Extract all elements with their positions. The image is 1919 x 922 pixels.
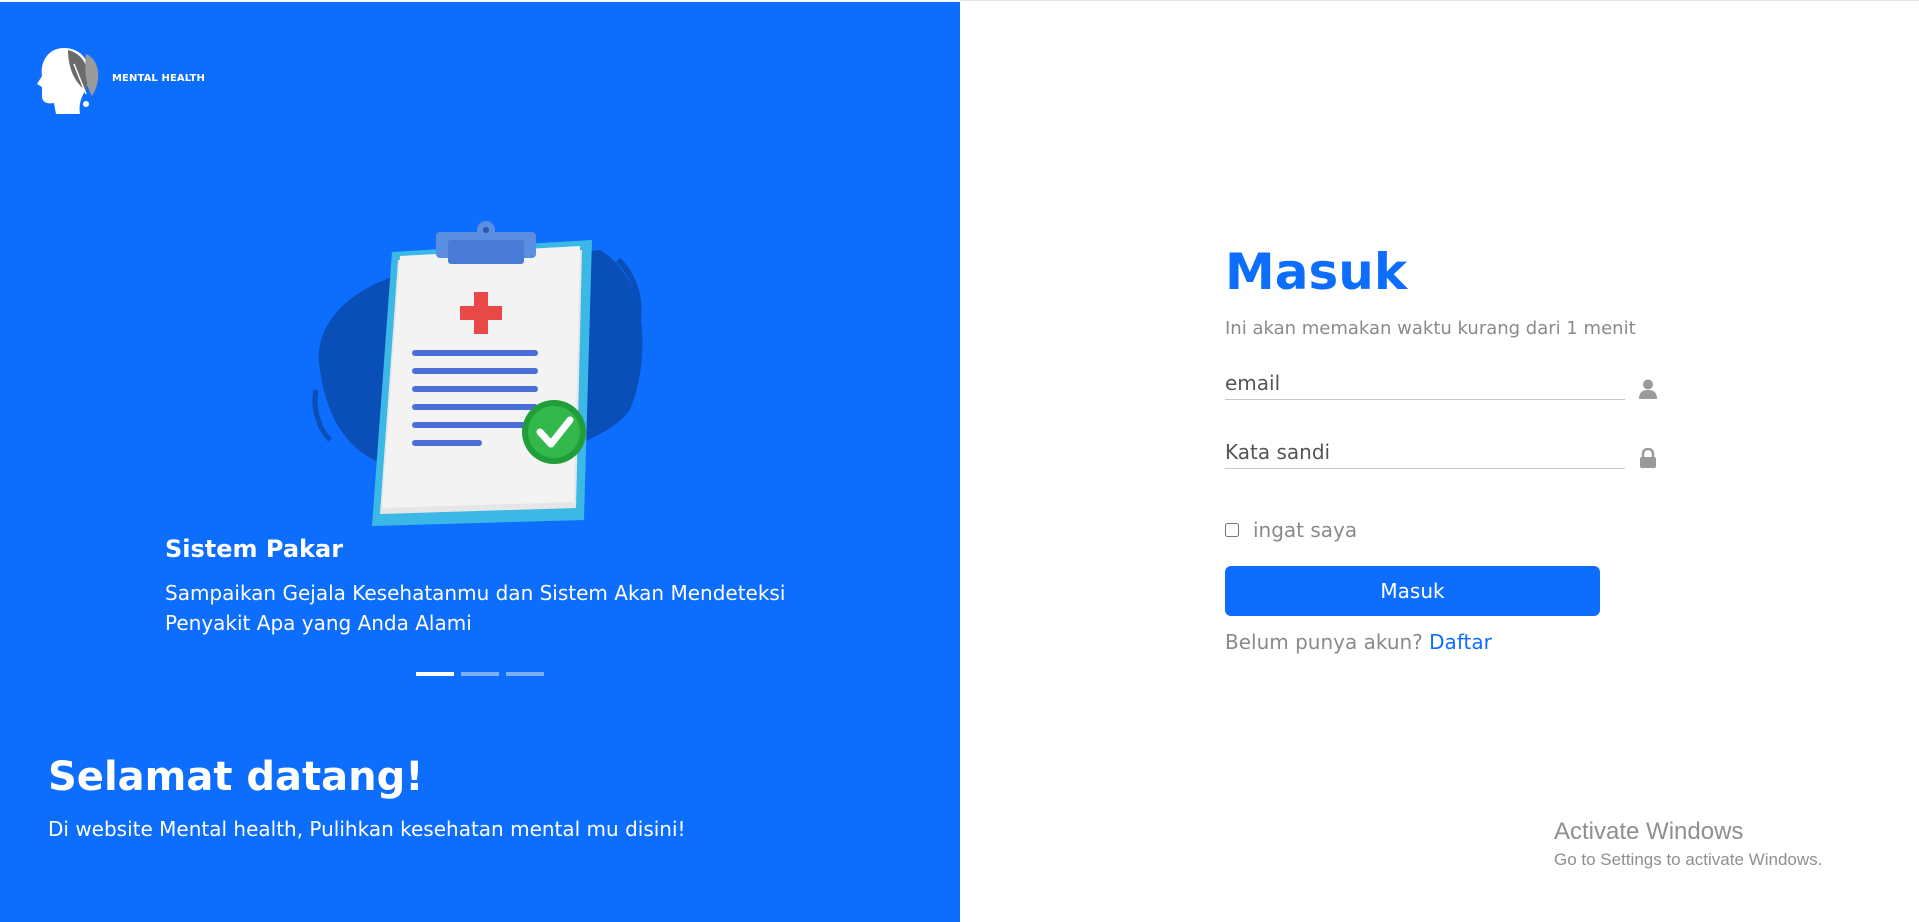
register-prompt-text: Belum punya akun? <box>1225 630 1423 654</box>
watermark-subtitle: Go to Settings to activate Windows. <box>1554 850 1823 869</box>
carousel-indicator-1[interactable] <box>416 672 454 676</box>
carousel-indicators <box>416 672 544 676</box>
head-leaf-icon <box>37 48 99 114</box>
brand[interactable]: MENTAL HEALTH <box>34 40 205 116</box>
brand-name: MENTAL HEALTH <box>112 72 205 84</box>
login-button[interactable]: Masuk <box>1225 566 1600 616</box>
top-border <box>960 0 1919 1</box>
register-link[interactable]: Daftar <box>1429 630 1492 654</box>
watermark-title: Activate Windows <box>1554 818 1744 845</box>
slide-description: Sampaikan Gejala Kesehatanmu dan Sistem … <box>165 581 786 635</box>
register-prompt: Belum punya akun? Daftar <box>1225 630 1492 654</box>
login-form: Masuk Ini akan memakan waktu kurang dari… <box>1225 238 1665 654</box>
slide-title: Sistem Pakar <box>165 535 344 563</box>
medical-clipboard-icon <box>300 220 660 530</box>
carousel-indicator-3[interactable] <box>506 672 544 676</box>
login-title: Masuk <box>1225 243 1408 301</box>
welcome-panel: MENTAL HEALTH Sistem Pakar Sampaikan Gej… <box>0 2 960 922</box>
email-field[interactable] <box>1225 367 1625 400</box>
email-field-group <box>1225 367 1665 403</box>
user-icon <box>1639 379 1657 399</box>
carousel-indicator-2[interactable] <box>461 672 499 676</box>
remember-me[interactable]: ingat saya <box>1225 518 1357 542</box>
welcome-description: Di website Mental health, Pulihkan keseh… <box>48 817 686 841</box>
password-field-group <box>1225 436 1665 472</box>
remember-me-label: ingat saya <box>1253 518 1358 542</box>
lock-icon <box>1640 448 1656 468</box>
windows-activation-watermark: Activate Windows Go to Settings to activ… <box>1554 818 1822 870</box>
remember-me-checkbox[interactable] <box>1225 523 1239 537</box>
welcome-title: Selamat datang! <box>48 754 424 800</box>
login-subtitle: Ini akan memakan waktu kurang dari 1 men… <box>1225 318 1636 339</box>
password-field[interactable] <box>1225 436 1625 469</box>
